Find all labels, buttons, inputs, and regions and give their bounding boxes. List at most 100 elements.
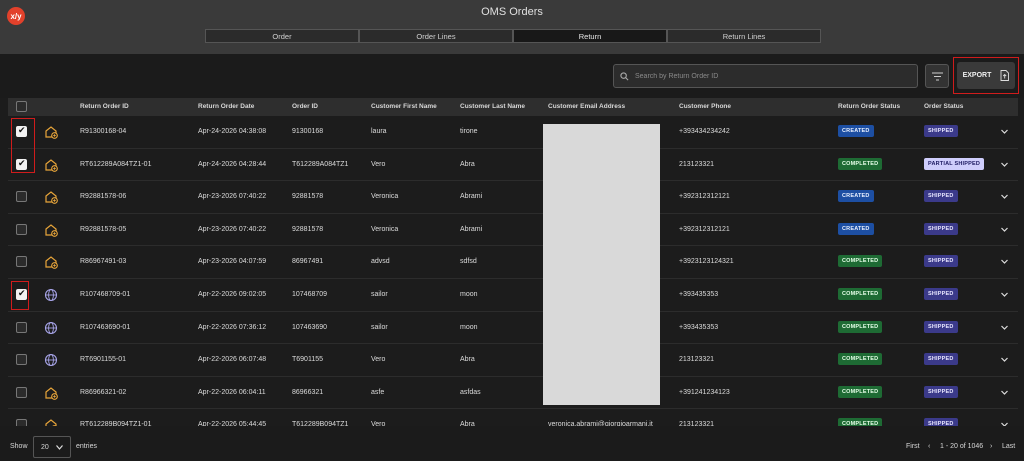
col-first-name[interactable]: Customer First Name (371, 103, 437, 110)
tab-order-lines[interactable]: Order Lines (359, 29, 513, 43)
chevron-down-icon[interactable] (1000, 192, 1009, 201)
row-checkbox[interactable] (16, 419, 27, 426)
table-row[interactable]: RT6901155-01 Apr-22-2026 06:07:48 T69011… (8, 344, 1018, 377)
customer-phone: +393434234242 (679, 128, 730, 135)
return-status-badge: COMPLETED (838, 157, 883, 170)
return-order-id[interactable]: R92881578-05 (80, 226, 126, 233)
customer-last-name: moon (460, 290, 478, 298)
chevron-down-icon[interactable] (1000, 323, 1009, 332)
export-highlight: EXPORT (953, 57, 1019, 94)
tab-order[interactable]: Order (205, 29, 359, 43)
customer-first-name: sailor (371, 290, 388, 298)
col-order-id[interactable]: Order ID (292, 103, 318, 110)
filter-icon (931, 72, 943, 80)
customer-last-name: tirone (460, 128, 478, 135)
store-return-icon (44, 418, 58, 426)
chevron-down-icon[interactable] (1000, 290, 1009, 299)
globe-icon (44, 353, 58, 367)
order-id: 86966321 (292, 388, 324, 396)
prev-page-icon[interactable]: ‹ (928, 443, 930, 450)
customer-phone: +392312312121 (679, 225, 730, 233)
return-order-id[interactable]: R107468709-01 (80, 291, 130, 298)
table-row[interactable]: RT612289A084TZ1-01 Apr-24-2026 04:28:44 … (8, 149, 1018, 182)
next-page-icon[interactable]: › (990, 443, 992, 450)
return-order-date: Apr-22-2026 07:36:12 (198, 323, 267, 331)
order-id: T6901155 (292, 356, 324, 364)
order-id: 92881578 (292, 225, 324, 233)
return-status-badge: COMPLETED (838, 320, 883, 333)
table-row[interactable]: R92881578-06 Apr-23-2026 07:40:22 928815… (8, 181, 1018, 214)
table-row[interactable]: R86967491-03 Apr-23-2026 04:07:59 869674… (8, 246, 1018, 279)
export-button[interactable]: EXPORT (957, 62, 1015, 89)
email-redaction (543, 124, 660, 405)
table-row[interactable]: R107468709-01 Apr-22-2026 09:02:05 10746… (8, 279, 1018, 312)
chevron-down-icon[interactable] (1000, 355, 1009, 364)
chevron-down-icon[interactable] (1000, 127, 1009, 136)
return-order-id[interactable]: R92881578-06 (80, 193, 126, 200)
row-checkbox[interactable] (16, 321, 27, 333)
customer-phone: +392312312121 (679, 193, 730, 201)
row-checkbox[interactable] (16, 256, 27, 268)
table-row[interactable]: R92881578-05 Apr-23-2026 07:40:22 928815… (8, 214, 1018, 247)
store-return-icon (44, 158, 58, 172)
return-order-id[interactable]: RT612289A084TZ1-01 (80, 161, 151, 168)
order-id: 91300168 (292, 128, 324, 135)
return-order-id[interactable]: R107463690-01 (80, 324, 130, 331)
row-checkbox[interactable] (16, 223, 27, 235)
chevron-down-icon[interactable] (1000, 257, 1009, 266)
globe-icon (44, 288, 58, 302)
col-email[interactable]: Customer Email Address (548, 103, 625, 110)
last-page-link[interactable]: Last (1002, 443, 1015, 450)
customer-last-name: moon (460, 323, 478, 331)
chevron-down-icon[interactable] (1000, 388, 1009, 397)
row-checkbox[interactable] (16, 191, 27, 203)
order-status-badge: SHIPPED (924, 418, 958, 426)
return-status-badge: COMPLETED (838, 418, 883, 426)
tab-return-lines[interactable]: Return Lines (667, 29, 821, 43)
customer-phone: 213123321 (679, 356, 715, 364)
export-label: EXPORT (962, 72, 992, 79)
checkbox-highlight-2 (11, 281, 29, 310)
pagination-footer: Show 20 entries First ‹ 1 - 20 of 1046 ›… (0, 426, 1024, 461)
col-return-order-date[interactable]: Return Order Date (198, 103, 254, 110)
select-all-checkbox[interactable] (16, 101, 27, 112)
chevron-down-icon[interactable] (1000, 225, 1009, 234)
col-return-order-id[interactable]: Return Order ID (80, 103, 129, 110)
table-row[interactable]: R107463690-01 Apr-22-2026 07:36:12 10746… (8, 312, 1018, 345)
tab-bar: Order Order Lines Return Return Lines (205, 29, 821, 43)
return-status-badge: COMPLETED (838, 255, 883, 268)
table-row[interactable]: RT612289B094TZ1-01 Apr-22-2026 05:44:45 … (8, 409, 1018, 426)
toolbar: EXPORT (0, 54, 1024, 98)
row-checkbox[interactable] (16, 354, 27, 366)
return-order-date: Apr-23-2026 04:07:59 (198, 258, 267, 266)
returns-table: Return Order ID Return Order Date Order … (8, 98, 1018, 426)
search-input[interactable] (635, 72, 905, 80)
order-id: 107463690 (292, 323, 328, 331)
col-phone[interactable]: Customer Phone (679, 103, 731, 110)
table-row[interactable]: R86966321-02 Apr-22-2026 06:04:11 869663… (8, 377, 1018, 410)
first-page-link[interactable]: First (906, 443, 920, 450)
customer-first-name: advsd (371, 258, 390, 266)
return-order-id[interactable]: R86967491-03 (80, 258, 126, 265)
return-order-date: Apr-23-2026 07:40:22 (198, 193, 267, 201)
filter-button[interactable] (925, 64, 949, 88)
tab-return[interactable]: Return (513, 29, 667, 43)
return-order-id[interactable]: R91300168-04 (80, 128, 126, 135)
col-order-status[interactable]: Order Status (924, 103, 963, 110)
order-status-badge: SHIPPED (924, 222, 958, 235)
row-checkbox[interactable] (16, 386, 27, 398)
return-status-badge: CREATED (838, 190, 874, 203)
col-last-name[interactable]: Customer Last Name (460, 103, 525, 110)
customer-last-name: Abra (460, 356, 475, 364)
order-status-badge: SHIPPED (924, 385, 958, 398)
order-status-badge: SHIPPED (924, 255, 958, 268)
table-body: R91300168-04 Apr-24-2026 04:38:08 913001… (8, 116, 1018, 426)
return-order-id[interactable]: RT6901155-01 (80, 356, 126, 363)
chevron-down-icon[interactable] (1000, 160, 1009, 169)
page-size-select[interactable]: 20 (33, 436, 71, 458)
return-status-badge: COMPLETED (838, 287, 883, 300)
checkbox-highlight-1 (11, 118, 35, 173)
col-return-status[interactable]: Return Order Status (838, 103, 900, 110)
table-row[interactable]: R91300168-04 Apr-24-2026 04:38:08 913001… (8, 116, 1018, 149)
return-order-id[interactable]: R86966321-02 (80, 389, 126, 396)
